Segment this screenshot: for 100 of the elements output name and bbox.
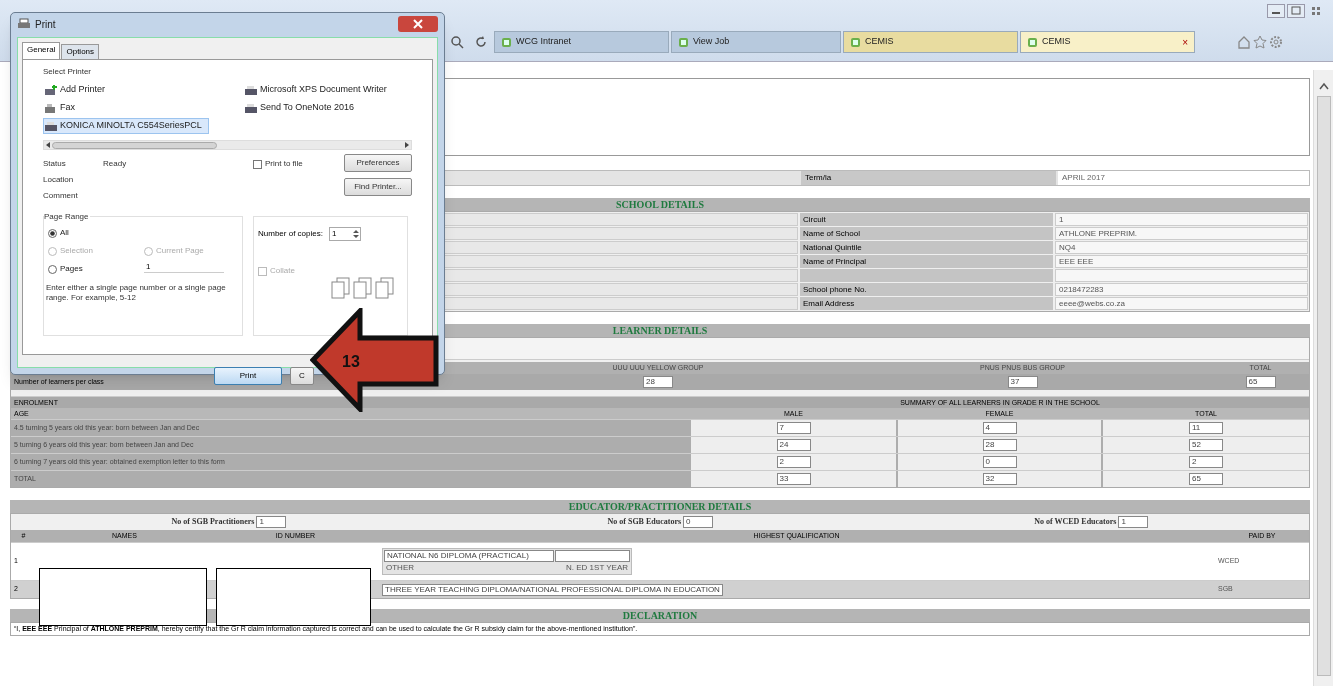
input-field[interactable] [1055, 269, 1308, 282]
browser-tab[interactable]: CEMIS × [1020, 31, 1195, 53]
input-field[interactable]: 1 [144, 261, 224, 273]
printer-item[interactable]: KONICA MINOLTA C554SeriesPCL [43, 118, 209, 134]
annotation-label: 13 [342, 352, 360, 372]
printer-icon [17, 18, 31, 30]
field-label: Email Address [800, 297, 1053, 310]
field-label: School phone No. [800, 283, 1053, 296]
section-title: DECLARATION [622, 609, 698, 623]
input-field[interactable]: NATIONAL N6 DIPLOMA (PRACTICAL) [384, 550, 554, 562]
checkbox[interactable] [253, 159, 262, 169]
scroll-left-icon [44, 141, 52, 149]
spinner-arrows-icon [351, 228, 360, 240]
page-icon [678, 36, 689, 48]
printer-icon [244, 84, 258, 96]
minimize-icon [1267, 4, 1285, 18]
input-field[interactable]: ATHLONE PREPRIM. [1055, 227, 1308, 240]
group-label: Select Printer [43, 66, 93, 78]
input-field[interactable]: EEE EEE [1055, 255, 1308, 268]
page-icon [1027, 36, 1038, 48]
horizontal-scrollbar[interactable] [43, 140, 412, 150]
checkbox-label: Print to file [265, 158, 303, 170]
input-field[interactable]: 65 [1189, 473, 1223, 485]
browser-tab[interactable]: WCG Intranet [494, 31, 669, 53]
home-icon [1237, 35, 1251, 49]
radio-button[interactable]: Pages [48, 263, 83, 275]
page-icon [850, 36, 861, 48]
maximize-icon [1287, 4, 1305, 18]
printer-item[interactable]: Send To OneNote 2016 [243, 100, 361, 116]
browser-tab[interactable]: View Job [671, 31, 841, 53]
add-printer-icon [44, 84, 58, 96]
browser-tab[interactable]: CEMIS [843, 31, 1018, 53]
refresh-icon [474, 35, 488, 49]
settings-icon [1269, 35, 1283, 49]
input-field[interactable]: 32 [982, 473, 1017, 485]
field-label: Name of Principal [800, 255, 1053, 268]
input-field[interactable]: 37 [1007, 376, 1038, 388]
input-field[interactable]: 2 [776, 456, 811, 468]
hint-text: Enter either a single page number or a single page range. For example, 5-12 [46, 283, 227, 303]
field-label: No of SGB Educators [607, 516, 682, 528]
field-label: OTHER [385, 563, 415, 573]
preferences-button[interactable]: Preferences [344, 154, 412, 172]
field-label: National Quintile [800, 241, 1053, 254]
group-label: Page Range [44, 211, 91, 223]
field-label: Circuit [800, 213, 1053, 226]
field-label: No of SGB Practitioners [171, 516, 255, 528]
window-title: Print [35, 17, 57, 32]
input-field[interactable]: 1 [256, 516, 287, 528]
input-field[interactable]: 4 [982, 422, 1017, 434]
fax-icon [44, 102, 58, 114]
status-value: Ready [103, 158, 127, 170]
printer-item[interactable]: Fax [43, 100, 82, 116]
close-tab-button[interactable]: × [1182, 34, 1188, 50]
printer-icon [244, 102, 258, 114]
input-field[interactable]: 24 [776, 439, 811, 451]
printer-item[interactable]: Microsoft XPS Document Writer [243, 82, 394, 98]
input-field[interactable]: 0 [683, 516, 714, 528]
input-field[interactable]: 11 [1189, 422, 1223, 434]
scrollbar[interactable] [1313, 70, 1333, 686]
printer-icon [44, 120, 58, 132]
radio-icon [144, 246, 153, 256]
input-field[interactable]: THREE YEAR TEACHING DIPLOMA/NATIONAL PROFESSIONAL DIPLOMA IN EDUCATION [382, 583, 723, 596]
star-icon [1253, 35, 1267, 49]
table-cell-text: N. ED 1ST YEAR [565, 563, 629, 573]
section-title: LEARNER DETAILS [612, 324, 708, 338]
scroll-thumb[interactable] [1316, 96, 1331, 676]
input-field[interactable]: 33 [776, 473, 811, 485]
section-title: EDUCATOR/PRACTITIONER DETAILS [568, 500, 752, 514]
input-field[interactable] [555, 550, 630, 562]
page-icon [501, 36, 512, 48]
input-field[interactable]: 7 [776, 422, 811, 434]
scroll-up-icon [1318, 82, 1329, 90]
dialog-tab[interactable]: Options [61, 44, 100, 59]
print-button[interactable]: Print [214, 367, 282, 385]
input-field[interactable]: 2 [1189, 456, 1223, 468]
input-field[interactable]: 28 [643, 376, 673, 388]
input-field[interactable]: eeee@webs.co.za [1055, 297, 1308, 310]
printer-item[interactable]: Add Printer [43, 82, 113, 98]
input-field[interactable]: NQ4 [1055, 241, 1308, 254]
scroll-thumb[interactable] [52, 141, 217, 149]
cancel-button[interactable]: C [290, 367, 314, 385]
scroll-right-icon [403, 141, 411, 149]
field-label: No of WCED Educators [1034, 516, 1117, 528]
dialog-tab[interactable]: General [22, 42, 61, 59]
input-field[interactable]: 1 [1055, 213, 1308, 226]
search-icon [450, 35, 464, 49]
field-label: Comment [43, 190, 79, 202]
checkbox-label: Collate [270, 265, 295, 277]
field-label: Status [43, 158, 67, 170]
input-field[interactable]: 0218472283 [1055, 283, 1308, 296]
input-field[interactable]: 0 [982, 456, 1017, 468]
spin-field[interactable]: 1 [328, 227, 361, 241]
input-field[interactable]: 1 [1118, 516, 1149, 528]
input-field[interactable]: 65 [1245, 376, 1276, 388]
section-title: SCHOOL DETAILS [616, 198, 704, 212]
input-field[interactable]: 28 [982, 439, 1017, 451]
field-label: Number of copies: [258, 228, 323, 240]
input-field[interactable]: 52 [1189, 439, 1223, 451]
radio-button[interactable]: All [48, 227, 69, 239]
close-icon [398, 16, 438, 32]
